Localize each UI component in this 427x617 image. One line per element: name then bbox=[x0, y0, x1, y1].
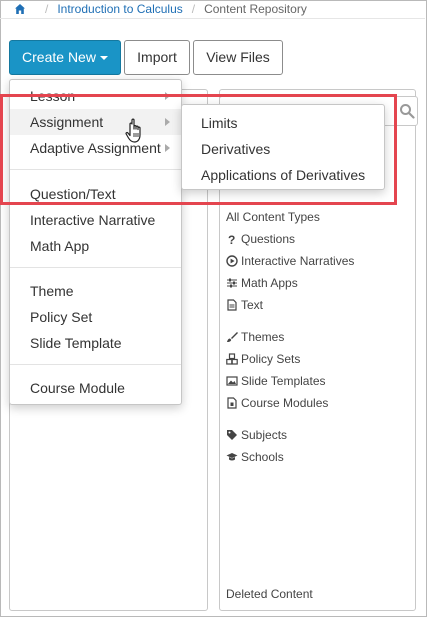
filter-schools[interactable]: Schools bbox=[226, 448, 284, 466]
filter-all-content-types[interactable]: All Content Types bbox=[226, 208, 320, 226]
menu-item-math-app[interactable]: Math App bbox=[10, 233, 181, 259]
brush-icon bbox=[227, 332, 238, 342]
menu-item-course-module[interactable]: Course Module bbox=[10, 375, 181, 401]
filter-label: Interactive Narratives bbox=[241, 254, 355, 268]
play-circle-icon bbox=[226, 255, 238, 267]
question-icon: ? bbox=[228, 233, 235, 245]
breadcrumb-current: Content Repository bbox=[204, 2, 307, 16]
menu-item-label: Question/Text bbox=[30, 186, 116, 202]
filter-label: Questions bbox=[241, 232, 296, 246]
filter-slide-templates[interactable]: Slide Templates bbox=[226, 372, 326, 390]
filter-label: Text bbox=[241, 298, 264, 312]
filter-label: Slide Templates bbox=[241, 374, 326, 388]
filter-questions[interactable]: ? Questions bbox=[226, 230, 295, 248]
breadcrumb-separator: / bbox=[45, 2, 49, 16]
submenu-item-derivatives[interactable]: Derivatives bbox=[182, 136, 384, 162]
menu-item-label: Slide Template bbox=[30, 335, 122, 351]
cubes-icon bbox=[226, 353, 238, 365]
filter-text[interactable]: Text bbox=[226, 296, 263, 314]
home-icon[interactable] bbox=[14, 3, 26, 15]
menu-item-label: Theme bbox=[30, 283, 74, 299]
assignment-submenu: Limits Derivatives Applications of Deriv… bbox=[181, 104, 385, 190]
filter-themes[interactable]: Themes bbox=[226, 328, 284, 346]
filter-label: All Content Types bbox=[226, 210, 320, 224]
filter-label: Policy Sets bbox=[241, 352, 301, 366]
breadcrumb-link-course[interactable]: Introduction to Calculus bbox=[57, 0, 182, 18]
menu-divider bbox=[10, 364, 181, 365]
menu-item-slide-template[interactable]: Slide Template bbox=[10, 330, 181, 356]
view-files-button[interactable]: View Files bbox=[193, 40, 283, 75]
chevron-right-icon bbox=[165, 92, 170, 100]
create-new-button[interactable]: Create New bbox=[9, 40, 121, 75]
submenu-item-applications-of-derivatives[interactable]: Applications of Derivatives bbox=[182, 162, 384, 188]
menu-item-label: Math App bbox=[30, 238, 90, 254]
breadcrumb-separator: / bbox=[191, 2, 196, 16]
filter-label: Themes bbox=[241, 330, 285, 344]
image-icon bbox=[226, 376, 238, 386]
graduation-cap-icon bbox=[226, 453, 238, 461]
menu-item-adaptive-assignment[interactable]: Adaptive Assignment bbox=[10, 135, 181, 161]
filter-label: Math Apps bbox=[241, 276, 298, 290]
menu-item-label: Assignment bbox=[30, 114, 104, 130]
menu-item-question-text[interactable]: Question/Text bbox=[10, 181, 181, 207]
filter-label: Subjects bbox=[241, 428, 288, 442]
filter-math-apps[interactable]: Math Apps bbox=[226, 274, 298, 292]
menu-item-label: Lesson bbox=[30, 88, 76, 104]
filter-deleted-content[interactable]: Deleted Content bbox=[226, 585, 313, 603]
filter-label: Schools bbox=[241, 450, 284, 464]
module-icon bbox=[227, 397, 237, 409]
create-new-menu: Lesson Assignment Adaptive Assignment Qu… bbox=[9, 79, 182, 405]
filter-label: Deleted Content bbox=[226, 587, 313, 601]
menu-item-label: Policy Set bbox=[30, 309, 93, 325]
tag-icon bbox=[227, 430, 237, 440]
chevron-right-icon bbox=[165, 118, 170, 126]
menu-item-assignment[interactable]: Assignment bbox=[10, 109, 181, 135]
filter-policy-sets[interactable]: Policy Sets bbox=[226, 350, 300, 368]
chevron-right-icon bbox=[165, 144, 170, 152]
sliders-icon bbox=[227, 278, 237, 288]
breadcrumb: / Introduction to Calculus / Content Rep… bbox=[0, 0, 425, 19]
search-icon[interactable] bbox=[399, 103, 415, 119]
menu-divider bbox=[10, 267, 181, 268]
menu-divider bbox=[10, 169, 181, 170]
caret-down-icon bbox=[99, 56, 108, 61]
menu-item-policy-set[interactable]: Policy Set bbox=[10, 304, 181, 330]
import-button[interactable]: Import bbox=[124, 40, 190, 75]
filter-course-modules[interactable]: Course Modules bbox=[226, 394, 328, 412]
menu-item-theme[interactable]: Theme bbox=[10, 278, 181, 304]
hand-cursor-icon bbox=[125, 118, 141, 143]
menu-item-label: Course Module bbox=[30, 380, 125, 396]
submenu-item-limits[interactable]: Limits bbox=[182, 110, 384, 136]
document-icon bbox=[227, 299, 237, 311]
filter-interactive-narratives[interactable]: Interactive Narratives bbox=[226, 252, 354, 270]
filter-subjects[interactable]: Subjects bbox=[226, 426, 287, 444]
svg-text:?: ? bbox=[228, 233, 235, 245]
filter-label: Course Modules bbox=[241, 396, 329, 410]
menu-item-interactive-narrative[interactable]: Interactive Narrative bbox=[10, 207, 181, 233]
menu-item-label: Interactive Narrative bbox=[30, 212, 156, 228]
create-new-label: Create New bbox=[22, 49, 96, 65]
menu-item-lesson[interactable]: Lesson bbox=[10, 83, 181, 109]
